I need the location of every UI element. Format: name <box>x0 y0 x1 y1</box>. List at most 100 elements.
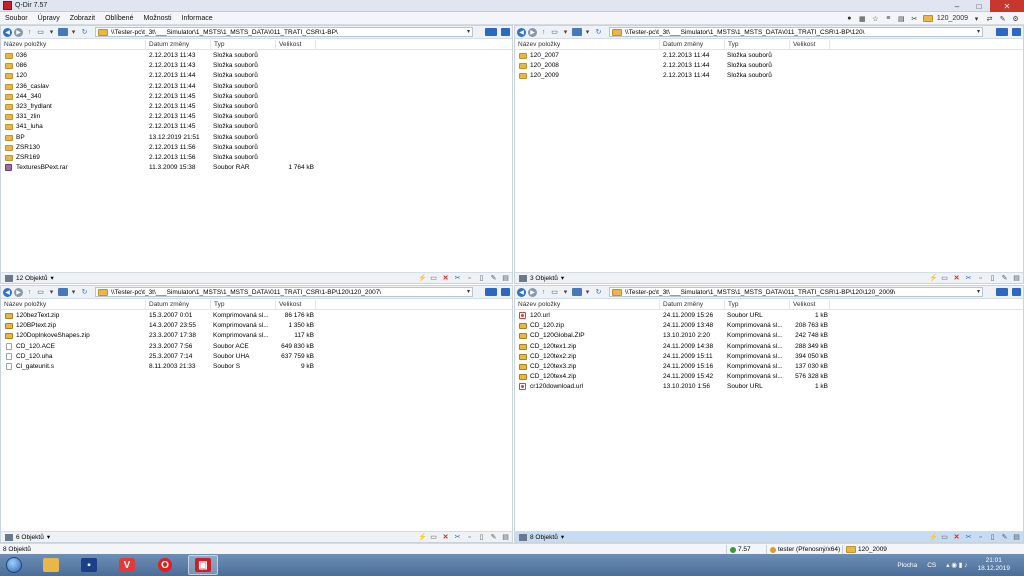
menu-soubor[interactable]: Soubor <box>0 15 33 22</box>
file-row[interactable]: CD_120.zip 24.11.2009 13:48 Komprimovaná s… <box>515 321 1023 331</box>
menu-oblibene[interactable]: Oblíbené <box>100 15 138 22</box>
cut-icon[interactable]: ✂ <box>454 275 461 282</box>
forward-icon[interactable]: ▶ <box>528 287 537 297</box>
new-folder-icon[interactable]: ⚡ <box>929 275 938 282</box>
file-row[interactable]: 120_2007 2.12.2013 11:44 Složka souborů <box>515 51 1023 61</box>
copy-to-icon[interactable]: ▫ <box>466 275 473 282</box>
language-indicator[interactable]: CS <box>927 562 936 569</box>
back-icon[interactable]: ◀ <box>517 27 526 37</box>
chevron-down-icon[interactable]: ▾ <box>561 288 570 297</box>
file-row[interactable]: 120 2.12.2013 11:44 Složka souborů <box>1 71 512 81</box>
chevron-down-icon[interactable]: ▾ <box>69 288 78 297</box>
pin-icon[interactable] <box>501 28 510 36</box>
copy-icon[interactable]: ▭ <box>430 534 437 541</box>
chevron-down-icon[interactable]: ▾ <box>69 28 78 37</box>
paste-icon[interactable]: ▯ <box>989 275 996 282</box>
layout-icon[interactable] <box>996 28 1008 36</box>
view-mode-icon[interactable] <box>572 28 582 36</box>
layout-icon[interactable] <box>485 28 497 36</box>
file-row[interactable]: BP 13.12.2019 21:51 Složka souborů <box>1 133 512 143</box>
menu-informace[interactable]: Informace <box>177 15 218 22</box>
address-bar[interactable]: \\Tester-pc\t_3t\___Simulator\1_MSTS\1_M… <box>95 287 473 297</box>
new-folder-icon[interactable]: ⚡ <box>929 534 938 541</box>
col-size[interactable]: Velikost <box>276 40 316 50</box>
address-bar[interactable]: \\Tester-pc\t_3t\___Simulator\1_MSTS\1_M… <box>95 27 473 37</box>
file-row[interactable]: 323_frydlant 2.12.2013 11:45 Složka soubor… <box>1 102 512 112</box>
edit-icon[interactable]: ✎ <box>1001 275 1008 282</box>
delete-icon[interactable]: ✕ <box>442 275 449 282</box>
settings-icon[interactable]: ⚙ <box>1011 14 1020 23</box>
properties-icon[interactable]: ▤ <box>1013 534 1020 541</box>
col-name[interactable]: Název položky <box>1 40 146 50</box>
file-row[interactable]: 120.url 24.11.2009 15:26 Soubor URL 1 kB <box>515 311 1023 321</box>
minimize-button[interactable]: – <box>946 0 968 12</box>
chevron-down-icon[interactable]: ▾ <box>50 274 53 282</box>
file-row[interactable]: 120BPtext.zip 14.3.2007 23:55 Komprimovaná… <box>1 321 512 331</box>
layout-icon[interactable] <box>485 288 497 296</box>
cut-icon[interactable]: ✂ <box>965 534 972 541</box>
taskbar-explorer[interactable] <box>36 555 66 575</box>
file-row[interactable]: CD_120.uha 25.3.2007 7:14 Soubor UHA 637 75… <box>1 352 512 362</box>
col-type[interactable]: Typ <box>211 300 276 310</box>
pin-icon[interactable] <box>1012 288 1021 296</box>
file-row[interactable]: 120_2008 2.12.2013 11:44 Složka souborů <box>515 61 1023 71</box>
copy-icon[interactable]: ▭ <box>430 275 437 282</box>
copy-to-icon[interactable]: ▫ <box>977 534 984 541</box>
layout-icon[interactable] <box>996 288 1008 296</box>
file-row[interactable]: 086 2.12.2013 11:43 Složka souborů <box>1 61 512 71</box>
paste-icon[interactable]: ▯ <box>478 534 485 541</box>
pin-icon[interactable]: ✎ <box>998 14 1007 23</box>
forward-icon[interactable]: ▶ <box>14 287 23 297</box>
paste-icon[interactable]: ▯ <box>478 275 485 282</box>
view-mode-icon[interactable] <box>58 28 68 36</box>
file-row[interactable]: 236_caslav 2.12.2013 11:44 Složka souborů <box>1 82 512 92</box>
col-date[interactable]: Datum změny <box>146 300 211 310</box>
refresh-icon[interactable]: ↻ <box>80 288 89 297</box>
forward-icon[interactable]: ▶ <box>528 27 537 37</box>
chevron-down-icon[interactable]: ▾ <box>977 288 980 295</box>
file-row[interactable]: CD_120tex3.zip 24.11.2009 15:16 Komprimova… <box>515 362 1023 372</box>
file-row[interactable]: 331_zlin 2.12.2013 11:45 Složka souborů <box>1 112 512 122</box>
up-icon[interactable]: ↑ <box>539 288 548 297</box>
new-folder-icon[interactable]: ⚡ <box>418 275 427 282</box>
taskbar-opera[interactable]: O <box>150 555 180 575</box>
col-name[interactable]: Název položky <box>515 300 660 310</box>
copy-icon[interactable]: ▭ <box>941 534 948 541</box>
col-name[interactable]: Název položky <box>1 300 146 310</box>
edit-icon[interactable]: ✎ <box>490 275 497 282</box>
properties-icon[interactable]: ▤ <box>502 534 509 541</box>
back-icon[interactable]: ◀ <box>3 287 12 297</box>
folder-open-icon[interactable]: ▭ <box>36 288 45 297</box>
chevron-down-icon[interactable]: ▾ <box>977 28 980 35</box>
col-size[interactable]: Velikost <box>276 300 316 310</box>
col-type[interactable]: Typ <box>725 40 790 50</box>
folder-open-icon[interactable]: ▭ <box>36 28 45 37</box>
chevron-down-icon[interactable]: ▾ <box>561 28 570 37</box>
back-icon[interactable]: ◀ <box>517 287 526 297</box>
chevron-down-icon[interactable]: ▾ <box>972 14 981 23</box>
delete-icon[interactable]: ✕ <box>953 275 960 282</box>
taskbar-save-app[interactable]: ▪ <box>74 555 104 575</box>
menu-upravy[interactable]: Úpravy <box>33 15 65 22</box>
globe-icon[interactable]: ● <box>845 14 854 23</box>
file-row[interactable]: 120_2009 2.12.2013 11:44 Složka souborů <box>515 71 1023 81</box>
col-size[interactable]: Velikost <box>790 300 830 310</box>
current-folder-label[interactable]: 120_2009 <box>937 14 968 23</box>
delete-icon[interactable]: ✕ <box>442 534 449 541</box>
file-row[interactable]: ZSR130 2.12.2013 11:56 Složka souborů <box>1 143 512 153</box>
cut-icon[interactable]: ✂ <box>454 534 461 541</box>
properties-icon[interactable]: ▤ <box>502 275 509 282</box>
copy-icon[interactable]: ▭ <box>941 275 948 282</box>
maximize-button[interactable]: □ <box>968 0 990 12</box>
view-icon[interactable]: ▤ <box>897 14 906 23</box>
folder-open-icon[interactable]: ▭ <box>550 28 559 37</box>
refresh-icon[interactable]: ↻ <box>594 288 603 297</box>
copy-to-icon[interactable]: ▫ <box>466 534 473 541</box>
file-row[interactable]: TexturesBPext.rar 11.3.2009 15:38 Soubor R… <box>1 163 512 173</box>
col-date[interactable]: Datum změny <box>660 40 725 50</box>
file-row[interactable]: CD_120Global.ZIP 13.10.2010 2:20 Komprimov… <box>515 331 1023 341</box>
chevron-down-icon[interactable]: ▾ <box>583 288 592 297</box>
menu-zobrazit[interactable]: Zobrazit <box>65 15 100 22</box>
properties-icon[interactable]: ▤ <box>1013 275 1020 282</box>
chevron-down-icon[interactable]: ▾ <box>467 288 470 295</box>
